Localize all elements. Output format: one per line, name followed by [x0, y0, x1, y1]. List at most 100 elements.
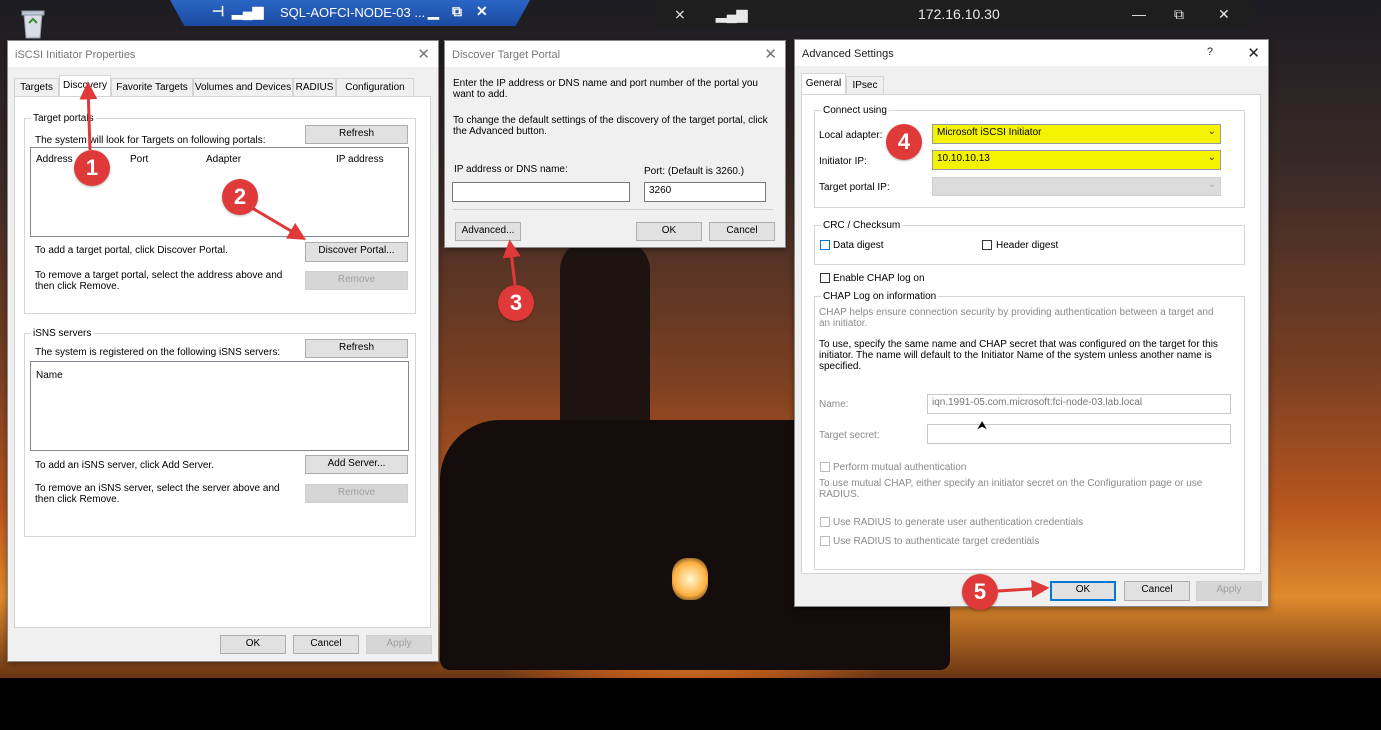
- name-label: Name:: [819, 399, 849, 410]
- tab-discovery[interactable]: Discovery: [59, 75, 111, 96]
- local-adapter-dropdown[interactable]: Microsoft iSCSI Initiator ⌄: [932, 124, 1221, 144]
- close-icon[interactable]: ✕: [1218, 6, 1230, 23]
- tab-configuration[interactable]: Configuration: [336, 78, 414, 96]
- cancel-button[interactable]: Cancel: [293, 635, 359, 654]
- title-bar[interactable]: Discover Target Portal ✕: [445, 41, 785, 67]
- help-icon[interactable]: ?: [1207, 46, 1213, 58]
- close-icon[interactable]: ✕: [764, 45, 777, 63]
- port-label: Port: (Default is 3260.): [644, 166, 745, 177]
- chap-help-text: CHAP helps ensure connection security by…: [819, 307, 1214, 329]
- advanced-button[interactable]: Advanced...: [455, 222, 521, 241]
- title-bar[interactable]: iSCSI Initiator Properties ✕: [8, 41, 438, 67]
- remove-isns-button[interactable]: Remove: [305, 484, 408, 503]
- close-icon[interactable]: ✕: [476, 3, 488, 20]
- port-input[interactable]: 3260: [644, 182, 766, 202]
- tab-strip: General IPsec: [801, 73, 901, 94]
- add-portal-hint: To add a target portal, click Discover P…: [35, 245, 228, 256]
- radius-target-checkbox[interactable]: [820, 536, 830, 546]
- divider: [453, 209, 773, 210]
- mutual-auth-label: Perform mutual authentication: [833, 462, 967, 473]
- remove-portal-hint: To remove a target portal, select the ad…: [35, 270, 283, 292]
- remove-portal-button[interactable]: Remove: [305, 271, 408, 290]
- column-adapter[interactable]: Adapter: [206, 154, 241, 165]
- mutual-auth-checkbox[interactable]: [820, 462, 830, 472]
- column-name[interactable]: Name: [36, 370, 63, 381]
- intro-text: Enter the IP address or DNS name and por…: [453, 78, 758, 100]
- ip-address-label: IP address or DNS name:: [454, 164, 568, 175]
- restore-icon[interactable]: ⧉: [1174, 6, 1184, 23]
- group-label: CHAP Log on information: [821, 291, 939, 302]
- mutual-auth-help: To use mutual CHAP, either specify an in…: [819, 478, 1203, 500]
- cancel-button[interactable]: Cancel: [1124, 581, 1190, 601]
- cancel-button[interactable]: Cancel: [709, 222, 775, 241]
- close-icon[interactable]: ✕: [1247, 44, 1260, 62]
- radius-user-checkbox[interactable]: [820, 517, 830, 527]
- annotation-badge-1: 1: [74, 150, 110, 186]
- data-digest-label: Data digest: [833, 240, 884, 251]
- tab-strip: Targets Discovery Favorite Targets Volum…: [14, 75, 424, 96]
- initiator-ip-dropdown[interactable]: 10.10.10.13 ⌄: [932, 150, 1221, 170]
- title-bar[interactable]: Advanced Settings ? ✕: [795, 40, 1268, 66]
- pin-icon[interactable]: ⊣: [212, 3, 224, 20]
- target-secret-input[interactable]: [927, 424, 1231, 444]
- mouse-cursor-icon: ⮝: [977, 418, 988, 432]
- remote-desktop-connection-bar[interactable]: ⊣ ▂▄▆ SQL-AOFCI-NODE-03 ... ▁ ⧉ ✕: [170, 0, 530, 26]
- column-address[interactable]: Address: [36, 154, 73, 165]
- ip-address-input[interactable]: [452, 182, 630, 202]
- add-isns-hint: To add an iSNS server, click Add Server.: [35, 460, 214, 471]
- initiator-ip-label: Initiator IP:: [819, 156, 867, 167]
- refresh-isns-button[interactable]: Refresh: [305, 339, 408, 358]
- tab-volumes-and-devices[interactable]: Volumes and Devices: [193, 78, 293, 96]
- tab-general[interactable]: General: [801, 73, 846, 94]
- ok-button[interactable]: OK: [636, 222, 702, 241]
- discover-portal-button[interactable]: Discover Portal...: [305, 242, 408, 262]
- apply-button[interactable]: Apply: [1196, 581, 1262, 601]
- chevron-down-icon: ⌄: [1207, 179, 1216, 190]
- restore-icon[interactable]: ⧉: [452, 3, 462, 20]
- advanced-settings-dialog: Advanced Settings ? ✕ General IPsec Conn…: [794, 39, 1269, 607]
- header-digest-checkbox[interactable]: [982, 240, 992, 250]
- chevron-down-icon: ⌄: [1207, 152, 1216, 163]
- column-ip-address[interactable]: IP address: [336, 154, 384, 165]
- chevron-down-icon: ⌄: [1207, 126, 1216, 137]
- iscsi-initiator-properties-dialog: iSCSI Initiator Properties ✕ Targets Dis…: [7, 40, 439, 662]
- group-label: CRC / Checksum: [821, 220, 903, 231]
- group-label: Target portals: [31, 113, 96, 124]
- car-tail-light: [672, 558, 708, 600]
- annotation-badge-5: 5: [962, 574, 998, 610]
- tab-radius[interactable]: RADIUS: [293, 78, 336, 96]
- target-portal-ip-dropdown[interactable]: ⌄: [932, 177, 1221, 196]
- ok-button[interactable]: OK: [1050, 581, 1116, 601]
- target-secret-label: Target secret:: [819, 430, 880, 441]
- add-server-button[interactable]: Add Server...: [305, 455, 408, 474]
- chap-usage-text: To use, specify the same name and CHAP s…: [819, 339, 1218, 372]
- minimize-icon[interactable]: ▁: [428, 3, 439, 20]
- signal-icon: ▂▄▆: [232, 3, 264, 19]
- recycle-bin-icon[interactable]: [16, 6, 50, 40]
- refresh-portals-button[interactable]: Refresh: [305, 125, 408, 144]
- isns-servers-list[interactable]: Name: [30, 361, 409, 451]
- connection-quality-icon: ▂▄▆: [716, 6, 748, 22]
- tab-favorite-targets[interactable]: Favorite Targets: [111, 78, 193, 96]
- data-digest-checkbox[interactable]: [820, 240, 830, 250]
- column-port[interactable]: Port: [130, 154, 148, 165]
- dialog-title: Advanced Settings: [802, 48, 894, 60]
- apply-button[interactable]: Apply: [366, 635, 432, 654]
- close-icon[interactable]: ✕: [417, 45, 430, 63]
- annotation-badge-3: 3: [498, 285, 534, 321]
- radius-user-label: Use RADIUS to generate user authenticati…: [833, 517, 1084, 528]
- annotation-badge-4: 4: [886, 124, 922, 160]
- ok-button[interactable]: OK: [220, 635, 286, 654]
- target-portal-ip-label: Target portal IP:: [819, 182, 890, 193]
- local-adapter-value: Microsoft iSCSI Initiator: [937, 127, 1042, 138]
- minimize-icon[interactable]: —: [1132, 6, 1146, 22]
- chap-name-input[interactable]: iqn.1991-05.com.microsoft:fci-node-03.la…: [927, 394, 1231, 414]
- remote-session-bar[interactable]: ⨯ ▂▄▆ 172.16.10.30 — ⧉ ✕: [656, 0, 1252, 28]
- header-digest-label: Header digest: [996, 240, 1059, 251]
- tab-ipsec[interactable]: IPsec: [846, 76, 884, 94]
- unpin-icon[interactable]: ⨯: [674, 6, 686, 23]
- bottom-letterbox: [0, 678, 1381, 730]
- dialog-title: Discover Target Portal: [452, 49, 561, 61]
- enable-chap-checkbox[interactable]: [820, 273, 830, 283]
- tab-targets[interactable]: Targets: [14, 78, 59, 96]
